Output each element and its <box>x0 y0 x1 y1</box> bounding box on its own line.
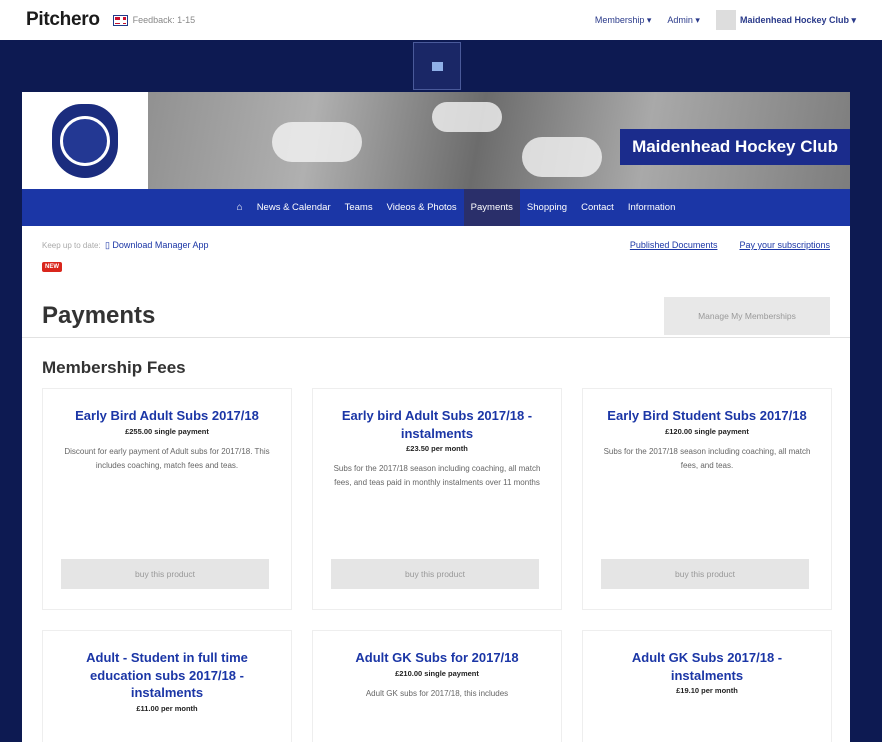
product-title[interactable]: Adult GK Subs 2017/18 - instalments <box>601 649 813 684</box>
brand-logo[interactable]: Pitchero <box>26 9 100 31</box>
product-grid: Early Bird Adult Subs 2017/18 £255.00 si… <box>22 388 850 742</box>
published-documents-link[interactable]: Published Documents <box>630 240 718 250</box>
window-toggle-button[interactable] <box>413 42 461 90</box>
banner-photo-shape <box>272 122 362 162</box>
banner-photo-shape <box>522 137 602 177</box>
product-price: £19.10 per month <box>676 686 738 696</box>
buy-product-button[interactable]: buy this product <box>61 559 269 589</box>
nav-item-contact[interactable]: Contact <box>574 189 621 226</box>
app-promo-prefix: Keep up to date: <box>42 241 101 250</box>
feedback-label[interactable]: Feedback: 1-15 <box>133 15 196 25</box>
main-nav: ⌂ News & Calendar Teams Videos & Photos … <box>22 189 850 226</box>
product-title[interactable]: Early Bird Adult Subs 2017/18 <box>61 407 273 425</box>
sub-toolbar: Keep up to date: ▯ Download Manager App … <box>22 226 850 294</box>
product-description: Discount for early payment of Adult subs… <box>64 446 270 470</box>
product-description: Subs for the 2017/18 season including co… <box>333 464 541 488</box>
club-crest[interactable] <box>22 92 148 189</box>
product-price: £23.50 per month <box>406 444 468 454</box>
product-card: Adult GK Subs 2017/18 - instalments £19.… <box>582 630 832 742</box>
new-badge: NEW <box>42 262 62 272</box>
product-title[interactable]: Adult - Student in full time education s… <box>61 649 273 702</box>
product-price: £120.00 single payment <box>665 426 749 436</box>
product-card: Adult - Student in full time education s… <box>42 630 292 742</box>
site-content: Maidenhead Hockey Club ⌂ News & Calendar… <box>22 92 850 742</box>
product-price: £11.00 per month <box>136 703 198 713</box>
pay-subscriptions-link[interactable]: Pay your subscriptions <box>739 240 830 250</box>
buy-product-button[interactable]: buy this product <box>601 559 809 589</box>
product-price: £255.00 single payment <box>125 426 209 436</box>
product-card: Early bird Adult Subs 2017/18 - instalme… <box>312 388 562 610</box>
product-card: Adult GK Subs for 2017/18 £210.00 single… <box>312 630 562 742</box>
nav-item-videos[interactable]: Videos & Photos <box>380 189 464 226</box>
banner-photo-shape <box>432 102 502 132</box>
top-right-menu: Membership ▾ Admin ▾ Maidenhead Hockey C… <box>595 10 856 30</box>
product-description: Adult GK subs for 2017/18, this includes <box>365 688 509 698</box>
membership-menu[interactable]: Membership ▾ <box>595 15 652 26</box>
user-menu[interactable]: Maidenhead Hockey Club ▾ <box>715 10 856 30</box>
product-title[interactable]: Early bird Adult Subs 2017/18 - instalme… <box>331 407 543 442</box>
nav-item-shopping[interactable]: Shopping <box>520 189 574 226</box>
product-card: Early Bird Student Subs 2017/18 £120.00 … <box>582 388 832 610</box>
home-icon[interactable]: ⌂ <box>230 189 250 226</box>
nav-item-information[interactable]: Information <box>621 189 683 226</box>
sub-right-links: Published Documents Pay your subscriptio… <box>630 240 830 250</box>
app-promo: Keep up to date: ▯ Download Manager App <box>42 240 208 251</box>
club-name[interactable]: Maidenhead Hockey Club <box>620 129 850 165</box>
nav-item-payments[interactable]: Payments <box>463 189 520 226</box>
product-description: Subs for the 2017/18 season including co… <box>603 446 811 470</box>
club-banner: Maidenhead Hockey Club <box>22 92 850 189</box>
uk-flag-icon <box>113 15 127 25</box>
admin-menu[interactable]: Admin ▾ <box>667 15 700 26</box>
nav-item-teams[interactable]: Teams <box>338 189 380 226</box>
buy-product-button[interactable]: buy this product <box>331 559 539 589</box>
window-icon <box>431 61 443 71</box>
page-title: Payments <box>42 301 156 329</box>
nav-item-news[interactable]: News & Calendar <box>250 189 338 226</box>
product-price: £210.00 single payment <box>395 668 479 678</box>
club-crest-icon <box>52 103 118 178</box>
page-header: Payments Manage My Memberships <box>22 294 850 338</box>
product-card: Early Bird Adult Subs 2017/18 £255.00 si… <box>42 388 292 610</box>
product-title[interactable]: Adult GK Subs for 2017/18 <box>331 649 543 667</box>
user-menu-label: Maidenhead Hockey Club ▾ <box>739 14 856 25</box>
manage-memberships-button[interactable]: Manage My Memberships <box>664 296 830 335</box>
download-app-link[interactable]: ▯ Download Manager App <box>105 240 209 250</box>
avatar <box>715 10 736 30</box>
page-frame: Maidenhead Hockey Club ⌂ News & Calendar… <box>0 40 882 742</box>
top-bar: Pitchero Feedback: 1-15 Membership ▾ Adm… <box>0 0 882 40</box>
section-title: Membership Fees <box>42 358 186 377</box>
product-title[interactable]: Early Bird Student Subs 2017/18 <box>601 407 813 425</box>
